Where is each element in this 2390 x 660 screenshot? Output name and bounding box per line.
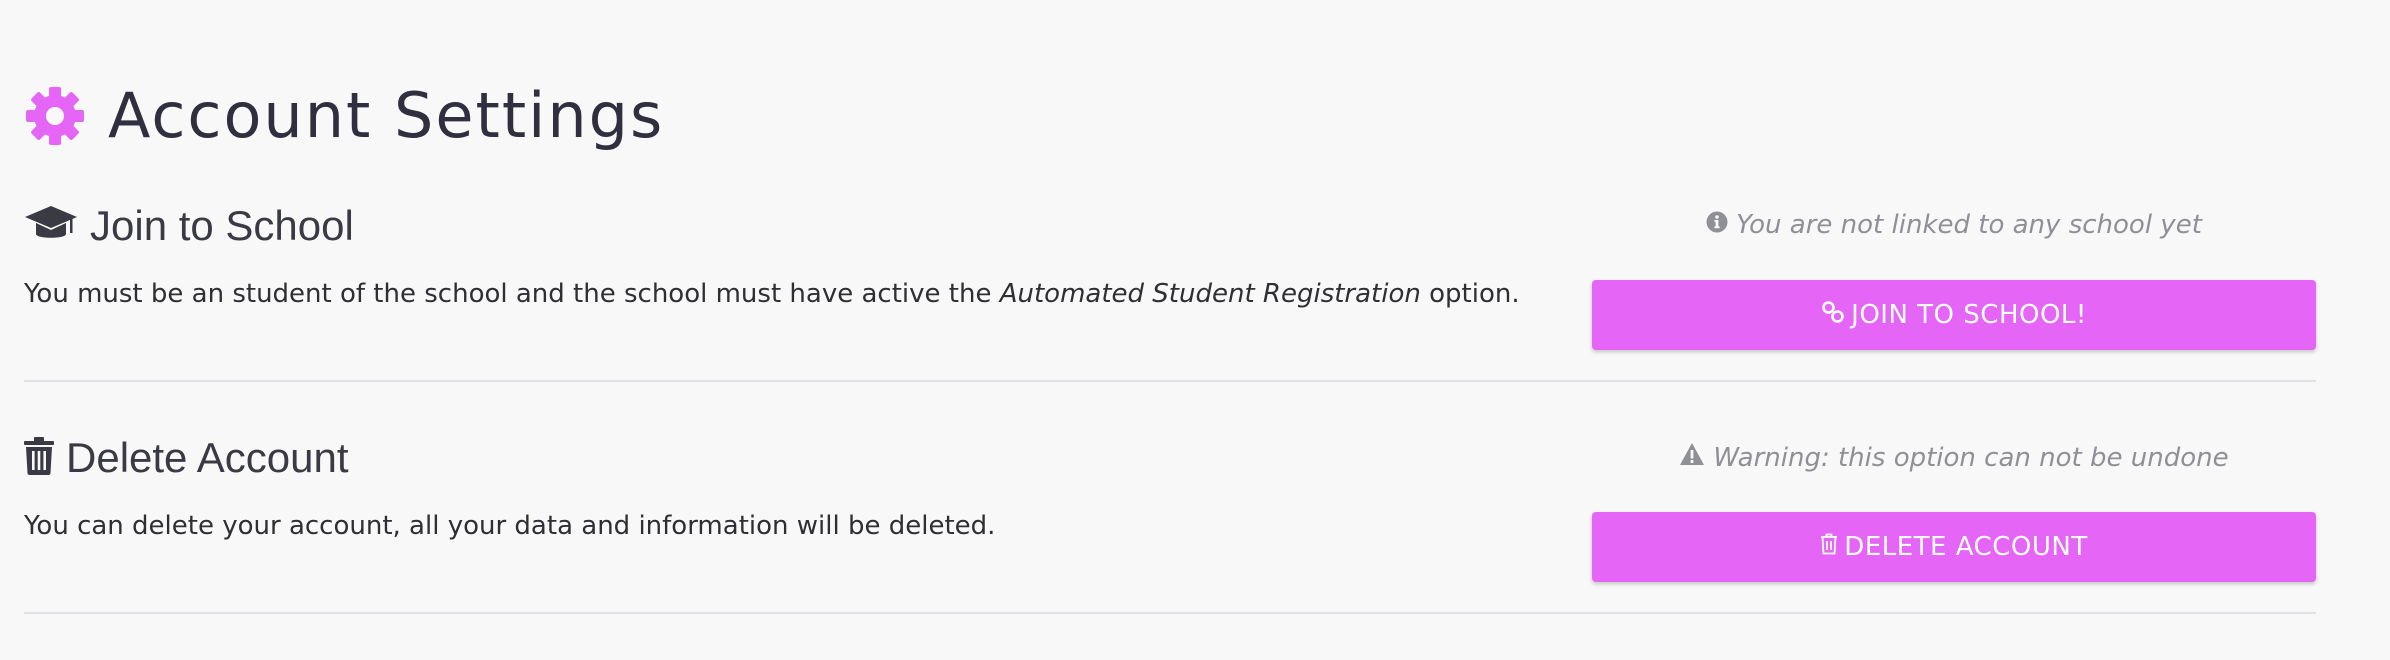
join-school-section: Join to School You must be an student of… [24,196,2340,382]
delete-account-section: Delete Account You can delete your accou… [24,428,2340,614]
trash-icon [1820,532,1838,562]
link-icon [1821,300,1845,331]
join-desc-emphasis: Automated Student Registration [999,279,1421,309]
join-school-note: You are not linked to any school yet [1592,210,2316,240]
graduation-cap-icon [24,204,78,249]
section-divider [24,612,2316,614]
join-school-button-label: JOIN TO SCHOOL! [1851,300,2087,330]
gear-icon [24,85,86,147]
join-school-description: You must be an student of the school and… [24,278,1520,312]
delete-account-title: Delete Account [66,434,349,481]
join-school-title: Join to School [90,202,354,249]
delete-account-note: Warning: this option can not be undone [1592,442,2316,473]
section-divider [24,380,2316,382]
page-header: Account Settings [24,76,664,156]
join-desc-prefix: You must be an student of the school and… [24,279,1000,309]
delete-account-button[interactable]: DELETE ACCOUNT [1592,512,2316,582]
join-school-button[interactable]: JOIN TO SCHOOL! [1592,280,2316,350]
delete-account-header: Delete Account [24,428,349,488]
trash-icon [24,436,54,480]
page-title: Account Settings [108,79,665,152]
join-school-note-text: You are not linked to any school yet [1736,210,2202,240]
warning-triangle-icon [1679,442,1705,473]
join-desc-suffix: option. [1420,279,1520,309]
delete-account-button-label: DELETE ACCOUNT [1844,532,2088,562]
delete-account-note-text: Warning: this option can not be undone [1713,442,2229,473]
delete-account-description: You can delete your account, all your da… [24,511,996,541]
join-school-header: Join to School [24,196,354,256]
info-circle-icon [1706,210,1728,240]
